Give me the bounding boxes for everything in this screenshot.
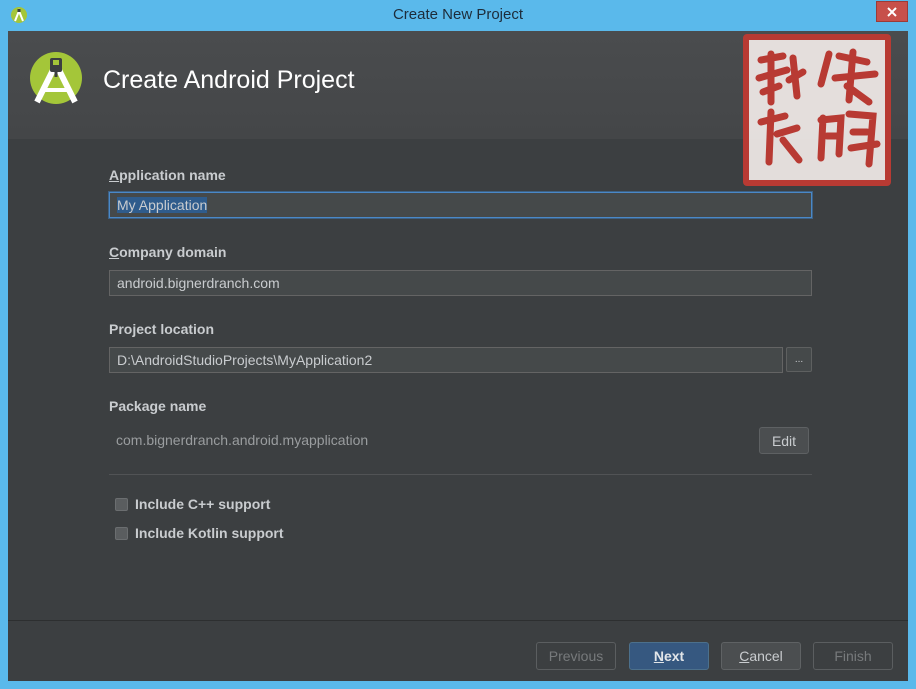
cpp-support-checkbox[interactable] [115, 497, 128, 511]
cancel-button[interactable]: Cancel [721, 642, 801, 670]
project-location-label: Project location [109, 321, 215, 337]
android-studio-logo-icon [28, 50, 84, 112]
package-name-value: com.bignerdranch.android.myapplication [116, 432, 369, 448]
close-icon [887, 6, 897, 17]
dialog-body: Create Android Project Application name … [8, 31, 908, 681]
window-frame: Create New Project Create Android Projec… [0, 0, 916, 689]
kotlin-support-label: Include Kotlin support [135, 525, 284, 541]
page-title: Create Android Project [103, 66, 355, 94]
next-button[interactable]: Next [629, 642, 709, 670]
company-domain-field[interactable]: android.bignerdranch.com [109, 270, 812, 296]
kotlin-support-option[interactable]: Include Kotlin support [115, 525, 284, 541]
divider [109, 474, 812, 475]
cpp-support-label: Include C++ support [135, 496, 271, 512]
close-button[interactable] [876, 1, 908, 22]
cpp-support-option[interactable]: Include C++ support [115, 496, 270, 512]
previous-button[interactable]: Previous [536, 642, 616, 670]
kotlin-support-checkbox[interactable] [115, 526, 128, 540]
window-title: Create New Project [392, 6, 524, 23]
browse-button[interactable]: ... [786, 347, 812, 372]
package-name-label: Package name [109, 398, 207, 414]
app-name-label: Application name [109, 167, 226, 183]
title-bar[interactable]: Create New Project [0, 0, 916, 31]
app-name-field[interactable]: My Application [109, 192, 812, 218]
footer-divider [8, 620, 908, 621]
finish-button[interactable]: Finish [813, 642, 893, 670]
project-location-field[interactable]: D:\AndroidStudioProjects\MyApplication2 [109, 347, 783, 373]
seal-stamp [743, 34, 891, 186]
edit-package-button[interactable]: Edit [759, 427, 809, 454]
company-domain-label: Company domain [109, 244, 227, 260]
